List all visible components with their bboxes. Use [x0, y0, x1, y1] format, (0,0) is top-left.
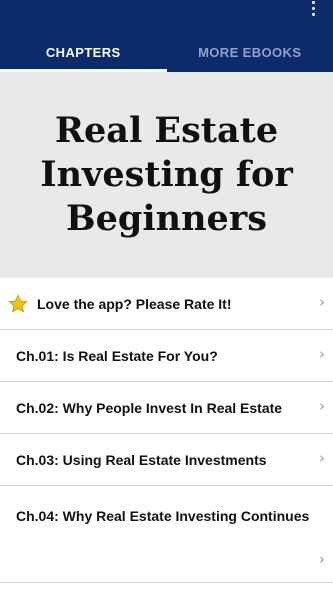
chevron-right-icon: › [319, 396, 325, 415]
rate-app-label: Love the app? Please Rate It! [37, 295, 232, 312]
chapter-list: Love the app? Please Rate It! › Ch.01: I… [0, 278, 333, 583]
overflow-menu-icon[interactable] [305, 0, 321, 16]
chevron-right-icon: › [319, 292, 325, 311]
tab-bar: CHAPTERS MORE EBOOKS [0, 33, 333, 72]
chapter-item[interactable]: Ch.01: Is Real Estate For You? › [0, 330, 333, 382]
star-icon [8, 293, 28, 313]
tab-chapters[interactable]: CHAPTERS [0, 33, 167, 72]
chapter-label: Ch.02: Why People Invest In Real Estate [16, 399, 283, 416]
tab-more-ebooks[interactable]: MORE EBOOKS [167, 33, 333, 72]
chapter-item[interactable]: Ch.02: Why People Invest In Real Estate … [0, 382, 333, 434]
chapter-item[interactable]: Ch.04: Why Real Estate Investing Continu… [0, 486, 333, 583]
chevron-right-icon: › [319, 550, 325, 568]
chapter-label: Ch.01: Is Real Estate For You? [16, 347, 218, 364]
book-cover-banner: Real Estate Investing for Beginners [0, 72, 333, 278]
chevron-right-icon: › [319, 344, 325, 363]
chapter-label: Ch.04: Why Real Estate Investing Continu… [16, 508, 310, 524]
book-title: Real Estate Investing for Beginners [40, 110, 293, 239]
app-bar: CHAPTERS MORE EBOOKS [0, 0, 333, 72]
chapter-label: Ch.03: Using Real Estate Investments [16, 451, 267, 468]
chevron-right-icon: › [319, 448, 325, 467]
rate-app-row[interactable]: Love the app? Please Rate It! › [0, 278, 333, 330]
chapter-item[interactable]: Ch.03: Using Real Estate Investments › [0, 434, 333, 486]
